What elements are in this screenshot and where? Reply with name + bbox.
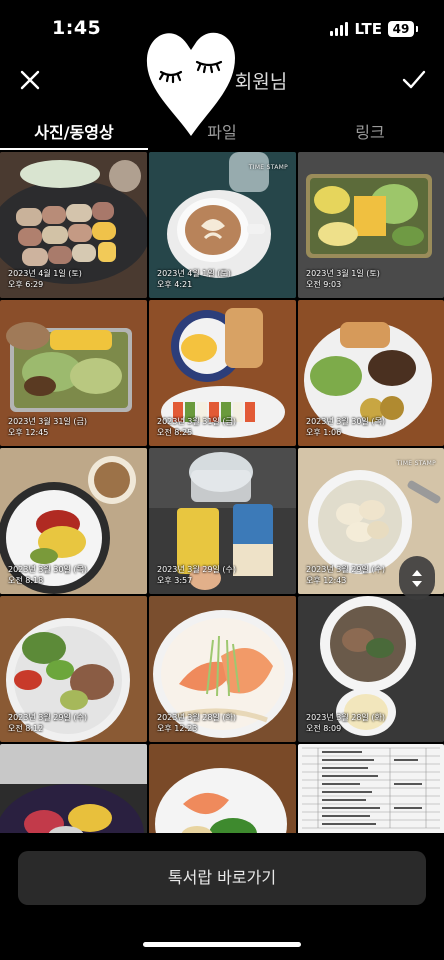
photo-timestamp: 2023년 3월 28일 (화) 오후 12:23 xyxy=(157,713,236,733)
photo-thumbnail[interactable]: 2023년 3월 28일 (화) 오전 8:09 xyxy=(298,596,444,742)
tab-indicator xyxy=(0,148,148,150)
confirm-button[interactable] xyxy=(400,66,428,94)
photo-thumbnail[interactable]: 2023년 3월 30일 (목) 오전 8:18 xyxy=(0,448,147,594)
home-indicator[interactable] xyxy=(143,942,301,947)
photo-timestamp: 2023년 3월 30일 (목) 오전 8:18 xyxy=(8,565,87,585)
photo-thumbnail[interactable]: 2023년 3월 1일 (토) 오전 9:03 xyxy=(298,152,444,298)
photo-thumbnail[interactable]: 2023년 4월 1일 (토) 오후 6:29 xyxy=(0,152,147,298)
photo-timestamp: 2023년 3월 29일 (수) 오후 3:57 xyxy=(157,565,236,585)
photo-timestamp: 2023년 4월 1일 (토) 오후 6:29 xyxy=(8,269,82,289)
photo-timestamp: 2023년 4월 1일 (토) 오후 4:21 xyxy=(157,269,231,289)
photo-thumbnail[interactable]: 2023년 3월 30일 (목) 오후 1:06 xyxy=(298,300,444,446)
tab-bar: 사진/동영상 파일 링크 xyxy=(0,112,444,150)
scroll-down-icon xyxy=(412,580,422,587)
tab-links[interactable]: 링크 xyxy=(296,112,444,150)
photo-thumbnail[interactable]: 2023년 3월 29일 (수) 오후 3:57 xyxy=(149,448,296,594)
scroll-up-icon xyxy=(412,569,422,576)
photo-timestamp: 2023년 3월 31일 (금) 오후 12:45 xyxy=(8,417,87,437)
battery-icon: 49 xyxy=(388,21,418,37)
photo-timestamp: 2023년 3월 29일 (수) 오전 8:12 xyxy=(8,713,87,733)
photo-thumbnail[interactable]: TIME STAMP 2023년 4월 1일 (토) 오후 4:21 xyxy=(149,152,296,298)
photo-brand: TIME STAMP xyxy=(248,164,288,171)
network-label: LTE xyxy=(354,20,382,38)
photo-thumbnail[interactable]: 2023년 3월 31일 (금) 오후 12:45 xyxy=(0,300,147,446)
photo-thumbnail[interactable]: 2023년 3월 29일 (수) 오전 8:12 xyxy=(0,596,147,742)
status-icons: LTE 49 xyxy=(330,20,418,38)
photo-brand: TIME STAMP xyxy=(396,460,436,467)
fast-scroll-handle[interactable] xyxy=(399,556,435,600)
photo-thumbnail[interactable]: 2023년 3월 28일 (화) 오후 12:23 xyxy=(149,596,296,742)
photo-timestamp: 2023년 3월 29일 (수) 오후 12:43 xyxy=(306,565,385,585)
signal-icon xyxy=(330,22,349,36)
tab-photos-videos[interactable]: 사진/동영상 xyxy=(0,112,148,150)
bottom-panel: 톡서랍 바로가기 xyxy=(0,833,444,960)
photo-timestamp: 2023년 3월 1일 (토) 오전 9:03 xyxy=(306,269,380,289)
photo-timestamp: 2023년 3월 28일 (화) 오전 8:09 xyxy=(306,713,385,733)
photo-timestamp: 2023년 3월 31일 (금) 오전 8:25 xyxy=(157,417,236,437)
tab-files[interactable]: 파일 xyxy=(148,112,296,150)
photo-grid: 2023년 4월 1일 (토) 오후 6:29 TIME STAMP 2023년 … xyxy=(0,152,444,890)
photo-timestamp: 2023년 3월 30일 (목) 오후 1:06 xyxy=(306,417,385,437)
title-text: 회원님 xyxy=(234,71,288,93)
talk-drawer-shortcut-button[interactable]: 톡서랍 바로가기 xyxy=(18,851,426,905)
status-time: 1:45 xyxy=(52,17,102,39)
check-icon xyxy=(402,70,426,89)
photo-thumbnail[interactable]: 2023년 3월 31일 (금) 오전 8:25 xyxy=(149,300,296,446)
